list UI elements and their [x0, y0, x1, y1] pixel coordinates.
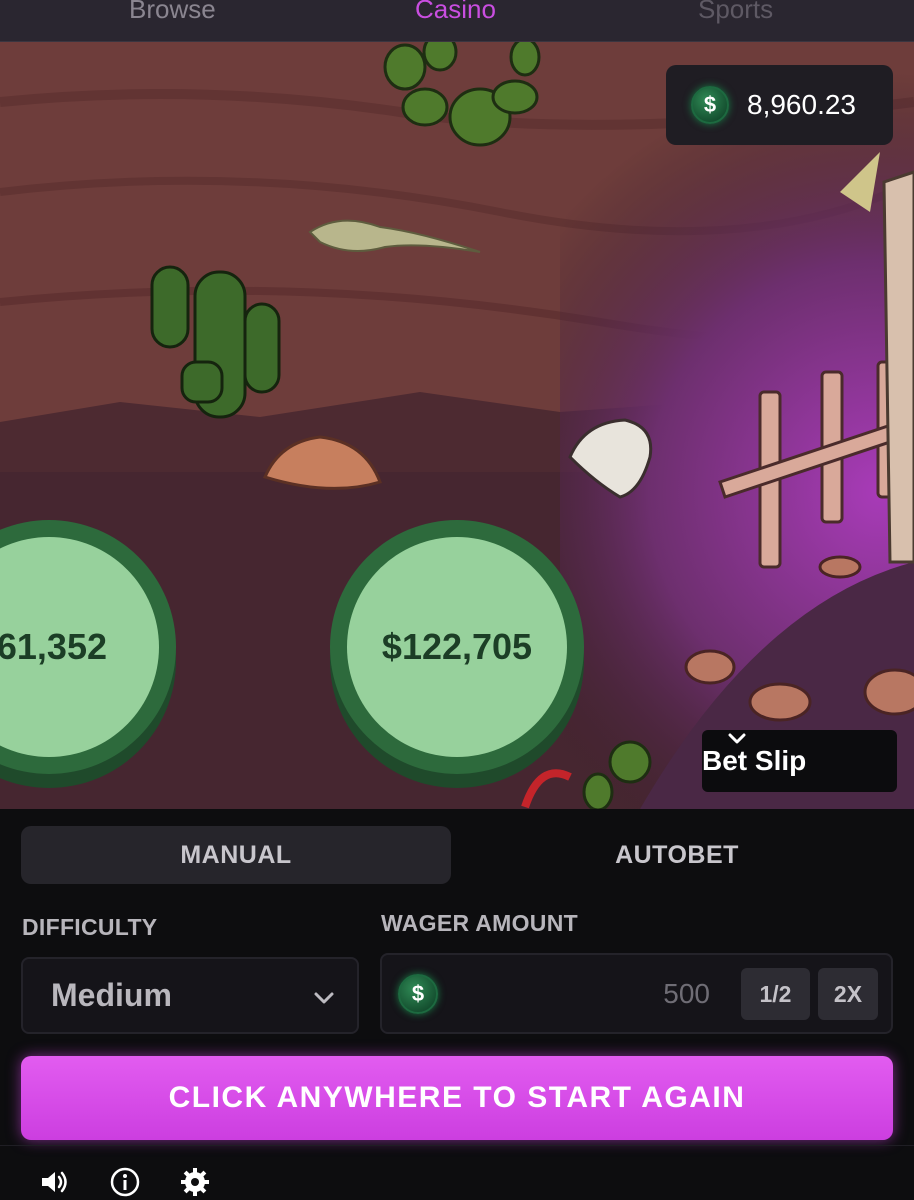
chip-label: 61,352 — [0, 537, 159, 757]
nav-sports[interactable]: Sports — [698, 0, 773, 25]
gear-icon[interactable] — [179, 1166, 211, 1198]
bet-slip-label: Bet Slip — [702, 745, 807, 776]
nav-casino[interactable]: Casino — [415, 0, 496, 25]
wager-label: WAGER AMOUNT — [381, 910, 578, 936]
dollar-coin-icon: $ — [398, 974, 438, 1014]
start-again-button[interactable]: CLICK ANYWHERE TO START AGAIN — [21, 1056, 893, 1140]
difficulty-value: Medium — [51, 977, 172, 1013]
wager-field: $ 1/2 2X — [380, 953, 893, 1034]
nav-browse[interactable]: Browse — [129, 0, 216, 25]
double-wager-button[interactable]: 2X — [818, 968, 878, 1020]
wager-input[interactable] — [612, 955, 710, 1032]
balance-amount: 8,960.23 — [747, 89, 856, 120]
difficulty-label: DIFFICULTY — [22, 914, 158, 940]
footer-toolbar — [0, 1145, 914, 1200]
chip-label: $122,705 — [347, 537, 567, 757]
balance-display: $ 8,960.23 — [666, 65, 893, 145]
multiplier-chip: $122,705 — [330, 520, 584, 774]
top-nav: Browse Casino Sports — [0, 0, 914, 42]
tab-autobet[interactable]: AUTOBET — [461, 826, 893, 884]
tab-manual[interactable]: MANUAL — [21, 826, 451, 884]
bet-mode-tabs: MANUAL AUTOBET — [21, 826, 893, 884]
dollar-coin-icon: $ — [691, 86, 729, 124]
game-scene[interactable]: $ 8,960.23 61,352 $122,705 Bet Slip — [0, 42, 914, 809]
game-page: Browse Casino Sports $ 8,960.23 61,352 $… — [0, 0, 914, 1200]
chevron-down-icon — [728, 733, 746, 744]
info-icon[interactable] — [109, 1166, 141, 1198]
bet-panel: MANUAL AUTOBET DIFFICULTY WAGER AMOUNT M… — [0, 809, 914, 1200]
chevron-down-icon — [314, 992, 334, 1004]
sound-icon[interactable] — [38, 1166, 70, 1198]
difficulty-select[interactable]: Medium — [21, 957, 359, 1034]
half-wager-button[interactable]: 1/2 — [741, 968, 810, 1020]
bet-slip-button[interactable]: Bet Slip — [702, 730, 897, 792]
